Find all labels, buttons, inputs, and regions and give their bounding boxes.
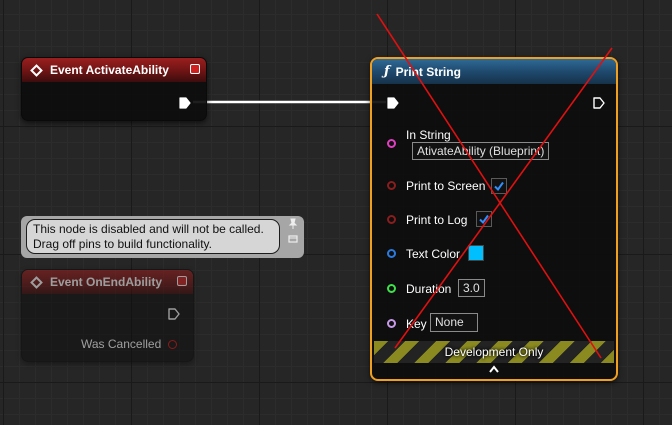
key-input[interactable]: None [430,313,478,332]
event-activate-ability-header[interactable]: Event ActivateAbility [22,58,206,82]
duration-label: Duration [406,282,452,296]
duration-pin-icon[interactable] [387,284,396,293]
tooltip-line-2: Drag off pins to build functionality. [33,237,212,251]
tooltip-line-1: This node is disabled and will not be ca… [33,222,264,236]
exec-input-pin-icon[interactable] [387,97,399,109]
was-cancelled-label: Was Cancelled [81,337,162,351]
text-color-label: Text Color [406,247,461,261]
in-string-input[interactable]: AtivateAbility (Blueprint) [412,142,550,160]
development-only-label: Development Only [444,345,544,359]
event-diamond-icon [30,275,43,289]
event-on-end-ability-node[interactable]: Event OnEndAbility Was Cancelled [21,269,194,362]
in-string-label: In String [406,128,451,142]
tooltip-bubble: This node is disabled and will not be ca… [26,219,280,254]
function-icon: ƒ [384,64,390,79]
print-to-log-label: Print to Log [406,213,468,227]
delegate-pin-icon[interactable] [177,276,187,286]
print-string-title: Print String [395,64,461,79]
exec-output-pin-icon[interactable] [168,308,180,320]
in-string-pin-icon[interactable] [387,139,396,148]
print-to-log-pin-icon[interactable] [387,215,396,224]
checkmark-icon [479,214,489,225]
checkmark-icon [494,181,504,192]
print-to-log-checkbox[interactable] [476,211,492,227]
exec-output-pin-icon[interactable] [593,97,605,109]
disabled-node-tooltip: This node is disabled and will not be ca… [21,216,304,258]
delegate-pin-icon[interactable] [190,64,200,74]
exec-output-pin-icon[interactable] [179,97,191,109]
print-to-screen-pin-icon[interactable] [387,181,396,190]
event-activate-ability-title: Event ActivateAbility [50,63,169,77]
print-to-screen-checkbox[interactable] [491,178,507,194]
event-activate-ability-node[interactable]: Event ActivateAbility [21,57,207,121]
key-label: Key [406,317,427,331]
event-on-end-ability-header[interactable]: Event OnEndAbility [22,270,193,294]
collapse-icon[interactable] [287,232,299,244]
key-pin-icon[interactable] [387,319,396,328]
print-string-node[interactable]: ƒ Print String In String AtivateAbility … [370,57,618,381]
event-on-end-ability-title: Event OnEndAbility [50,275,163,289]
event-diamond-icon [30,63,43,77]
was-cancelled-pin-icon[interactable] [168,340,177,349]
text-color-pin-icon[interactable] [387,249,396,258]
print-string-header[interactable]: ƒ Print String [372,59,616,84]
pin-icon[interactable] [287,218,299,230]
duration-input[interactable]: 3.0 [458,279,485,297]
chevron-up-icon[interactable] [489,365,499,373]
print-to-screen-label: Print to Screen [406,179,486,193]
text-color-swatch[interactable] [468,245,484,261]
